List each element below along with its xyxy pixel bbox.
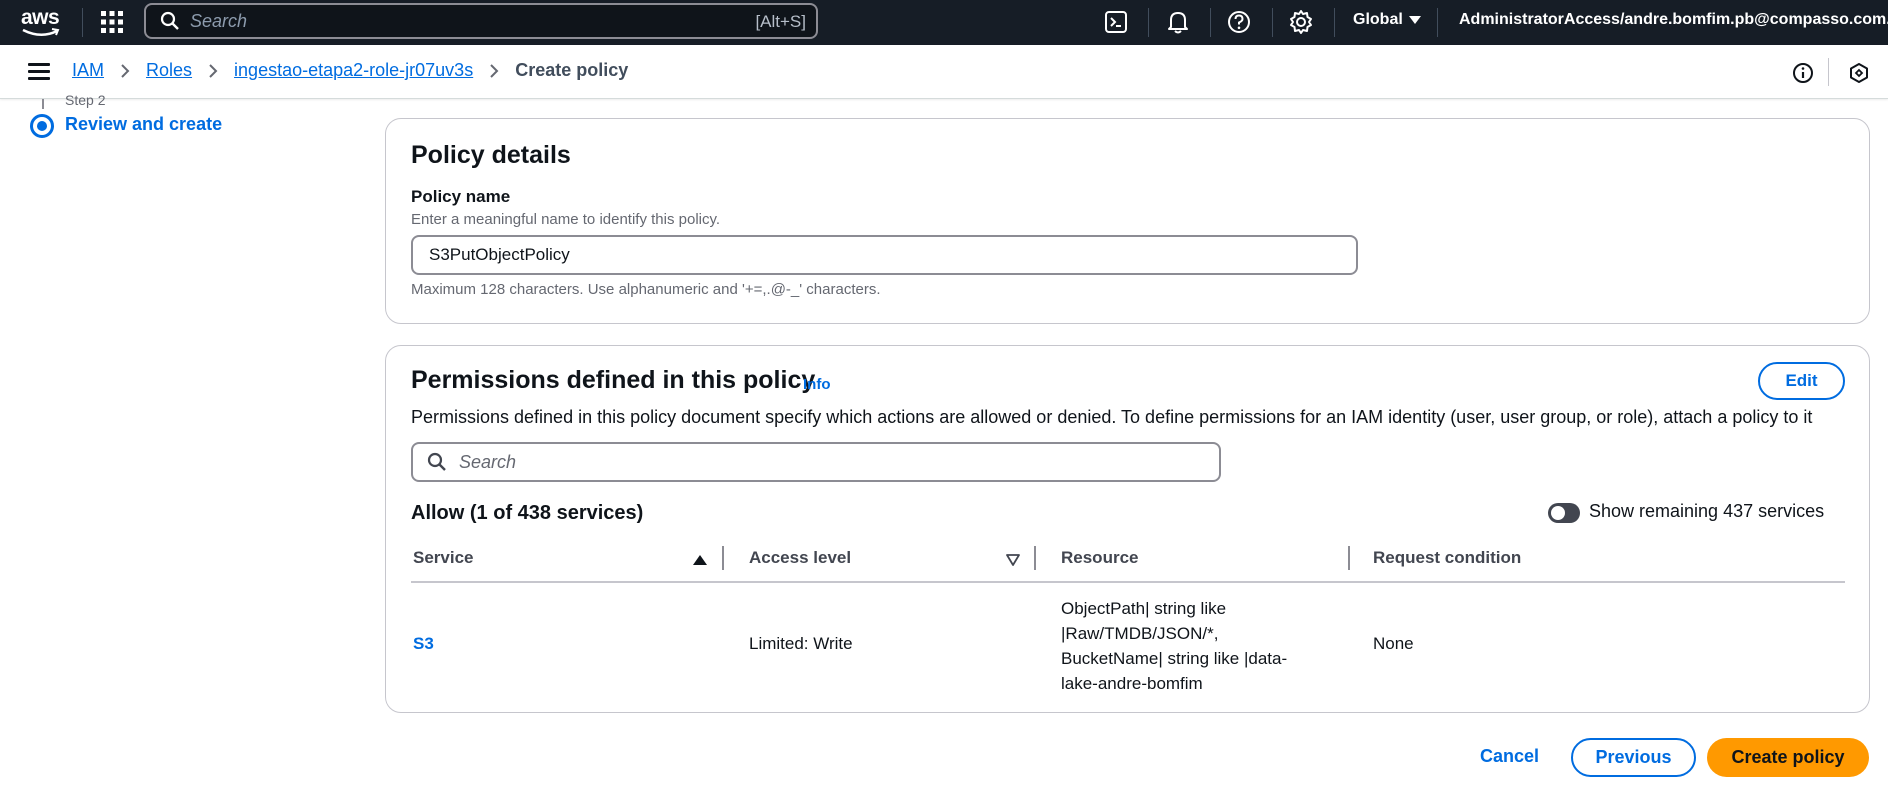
sort-ascending-icon[interactable] bbox=[693, 555, 707, 565]
info-circle-icon[interactable] bbox=[1792, 62, 1814, 84]
nav-divider bbox=[1210, 8, 1211, 37]
search-shortcut: [Alt+S] bbox=[755, 12, 806, 31]
table-header-divider bbox=[411, 581, 1845, 583]
edit-button[interactable]: Edit bbox=[1758, 362, 1845, 400]
policy-details-title: Policy details bbox=[411, 141, 571, 169]
column-divider[interactable] bbox=[1034, 546, 1036, 570]
help-icon[interactable] bbox=[1226, 9, 1252, 35]
breadcrumb-link-roles[interactable]: Roles bbox=[146, 60, 192, 81]
permissions-panel: Permissions defined in this policy Info … bbox=[385, 345, 1870, 713]
show-remaining-label: Show remaining 437 services bbox=[1589, 501, 1825, 521]
breadcrumb: IAM Roles ingestao-etapa2-role-jr07uv3s … bbox=[72, 60, 628, 81]
global-search-input[interactable]: Search [Alt+S] bbox=[144, 3, 818, 39]
resource-cell: ObjectPath| string like |Raw/TMDB/JSON/*… bbox=[1061, 599, 1288, 693]
column-header-service[interactable]: Service bbox=[413, 548, 474, 568]
chevron-right-icon bbox=[490, 63, 499, 78]
column-divider[interactable] bbox=[722, 546, 724, 570]
region-label: Global bbox=[1353, 11, 1403, 28]
permissions-description: Permissions defined in this policy docum… bbox=[411, 407, 1813, 427]
notifications-bell-icon[interactable] bbox=[1165, 9, 1191, 35]
caret-down-icon bbox=[1408, 16, 1421, 24]
previous-button[interactable]: Previous bbox=[1571, 738, 1696, 777]
menu-hamburger-icon[interactable] bbox=[28, 63, 50, 81]
nav-divider bbox=[1334, 8, 1335, 37]
nav-divider bbox=[1437, 8, 1438, 37]
cancel-button[interactable]: Cancel bbox=[1480, 746, 1539, 767]
step-number: Step 2 bbox=[65, 92, 106, 108]
account-label: AdministratorAccess/andre.bomfim.pb@comp… bbox=[1459, 11, 1888, 28]
chevron-right-icon bbox=[209, 63, 218, 78]
create-policy-button[interactable]: Create policy bbox=[1707, 738, 1869, 777]
cloudshell-icon[interactable] bbox=[1103, 9, 1129, 35]
sort-descending-icon[interactable] bbox=[1006, 554, 1020, 566]
policy-name-input[interactable]: S3PutObjectPolicy bbox=[411, 235, 1358, 275]
top-navigation: aws Search [Alt+S] Global AdministratorA… bbox=[0, 0, 1888, 45]
search-icon bbox=[160, 11, 179, 30]
services-grid-icon[interactable] bbox=[100, 10, 124, 34]
breadcrumb-current: Create policy bbox=[515, 60, 629, 80]
info-link[interactable]: Info bbox=[803, 376, 831, 393]
chevron-right-icon bbox=[121, 63, 130, 78]
nav-divider bbox=[1148, 8, 1149, 37]
aws-logo-text: aws bbox=[21, 6, 60, 29]
step-title[interactable]: Review and create bbox=[65, 114, 222, 135]
policy-details-panel: Policy details Policy name Enter a meani… bbox=[385, 118, 1870, 324]
step-current-indicator bbox=[30, 114, 54, 138]
permissions-title: Permissions defined in this policy bbox=[411, 366, 816, 394]
column-header-access-level[interactable]: Access level bbox=[749, 548, 851, 568]
breadcrumb-link-role[interactable]: ingestao-etapa2-role-jr07uv3s bbox=[234, 60, 473, 81]
request-condition-cell: None bbox=[1373, 634, 1414, 653]
nav-divider bbox=[1272, 8, 1273, 37]
permissions-search-input[interactable]: Search bbox=[411, 442, 1221, 482]
breadcrumb-link-iam[interactable]: IAM bbox=[72, 60, 104, 81]
show-remaining-toggle[interactable] bbox=[1548, 503, 1580, 523]
policy-name-label: Policy name bbox=[411, 187, 511, 206]
column-header-request-condition: Request condition bbox=[1373, 548, 1522, 567]
breadcrumb-bar: IAM Roles ingestao-etapa2-role-jr07uv3s … bbox=[0, 45, 1888, 99]
allow-services-title: Allow (1 of 438 services) bbox=[411, 502, 644, 524]
search-placeholder: Search bbox=[190, 10, 248, 31]
service-link-s3[interactable]: S3 bbox=[413, 634, 434, 654]
search-icon bbox=[427, 452, 446, 471]
account-menu[interactable]: AdministratorAccess/andre.bomfim.pb@comp… bbox=[1459, 11, 1888, 29]
assistant-hexagon-icon[interactable] bbox=[1848, 62, 1870, 84]
region-selector[interactable]: Global bbox=[1353, 11, 1421, 29]
util-divider bbox=[1828, 58, 1829, 86]
settings-gear-icon[interactable] bbox=[1288, 9, 1314, 35]
search-placeholder: Search bbox=[459, 451, 517, 472]
step-connector bbox=[42, 99, 44, 109]
aws-logo[interactable]: aws bbox=[20, 4, 62, 38]
column-divider[interactable] bbox=[1348, 546, 1350, 570]
policy-name-constraint: Maximum 128 characters. Use alphanumeric… bbox=[411, 281, 881, 298]
policy-name-description: Enter a meaningful name to identify this… bbox=[411, 211, 721, 228]
access-level-cell: Limited: Write bbox=[749, 634, 853, 653]
nav-divider bbox=[82, 8, 83, 37]
column-header-resource: Resource bbox=[1061, 548, 1139, 567]
